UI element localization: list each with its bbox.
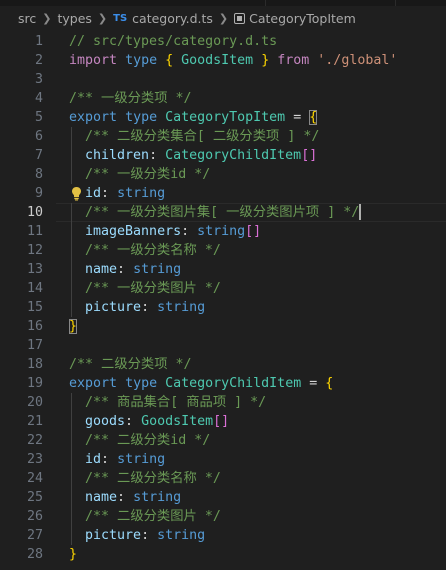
code-text: } <box>69 319 78 334</box>
line-number: 3 <box>34 72 43 87</box>
code-text: name: string <box>85 262 182 277</box>
code-line[interactable]: 5 export type CategoryTopItem = { <box>0 108 446 127</box>
code-line[interactable]: 27 picture: string <box>0 526 446 545</box>
code-text: import type { GoodsItem } from './global… <box>69 53 398 68</box>
breadcrumb-item-symbol[interactable]: CategoryTopItem <box>249 11 356 26</box>
code-text: /** 二级分类项 */ <box>69 357 192 372</box>
code-line[interactable]: 10 /** 一级分类图片集[ 一级分类图片项 ] */ <box>0 203 446 222</box>
breadcrumb-item-file[interactable]: category.d.ts <box>132 11 213 26</box>
code-text: id: string <box>85 186 166 201</box>
code-line[interactable]: 24 /** 二级分类名称 */ <box>0 469 446 488</box>
code-line[interactable]: 20 /** 商品集合[ 商品项 ] */ <box>0 393 446 412</box>
breadcrumb-item-types[interactable]: types <box>57 11 91 26</box>
line-number: 9 <box>34 186 43 201</box>
breadcrumb: src ❯ types ❯ TS category.d.ts ❯ Categor… <box>0 6 446 30</box>
code-line[interactable]: 8 /** 一级分类id */ <box>0 165 446 184</box>
line-number: 23 <box>26 452 43 467</box>
code-text: } <box>69 547 78 562</box>
code-text: /** 一级分类项 */ <box>69 91 192 106</box>
line-number: 4 <box>34 91 43 106</box>
code-line[interactable]: 2 import type { GoodsItem } from './globa… <box>0 51 446 70</box>
code-text: /** 商品集合[ 商品项 ] */ <box>69 395 267 410</box>
line-number: 15 <box>26 300 43 315</box>
line-number: 6 <box>34 129 43 144</box>
code-text: /** 二级分类图片 */ <box>69 509 221 524</box>
code-line[interactable]: 14 /** 一级分类图片 */ <box>0 279 446 298</box>
code-line[interactable]: 16} <box>0 317 446 336</box>
code-text: picture: string <box>85 528 206 543</box>
chevron-right-icon: ❯ <box>97 11 108 25</box>
line-number: 2 <box>34 53 43 68</box>
line-number: 18 <box>26 357 43 372</box>
code-line[interactable]: 12 /** 一级分类名称 */ <box>0 241 446 260</box>
line-number: 25 <box>26 490 43 505</box>
code-line[interactable]: 17 <box>0 336 446 355</box>
code-line[interactable]: 15 picture: string <box>0 298 446 317</box>
code-text: picture: string <box>85 300 206 315</box>
line-number: 26 <box>26 509 43 524</box>
code-line[interactable]: 26 /** 二级分类图片 */ <box>0 507 446 526</box>
line-number: 10 <box>26 205 43 220</box>
chevron-right-icon: ❯ <box>218 11 229 25</box>
code-text: /** 一级分类id */ <box>69 167 211 182</box>
line-number: 17 <box>26 338 43 353</box>
code-text: goods: GoodsItem[] <box>85 414 230 429</box>
line-number: 14 <box>26 281 43 296</box>
code-text: /** 二级分类id */ <box>69 433 211 448</box>
symbol-type-icon <box>234 12 246 24</box>
code-text: /** 二级分类集合[ 二级分类项 ] */ <box>69 129 320 144</box>
code-line[interactable]: 18 /** 二级分类项 */ <box>0 355 446 374</box>
line-number: 13 <box>26 262 43 277</box>
code-line[interactable]: 6 /** 二级分类集合[ 二级分类项 ] */ <box>0 127 446 146</box>
line-number: 1 <box>34 34 43 49</box>
code-line[interactable]: 3 <box>0 70 446 89</box>
line-number: 16 <box>26 319 43 334</box>
line-number: 5 <box>34 110 43 125</box>
line-number: 22 <box>26 433 43 448</box>
code-text: children: CategoryChildItem[] <box>85 148 318 163</box>
code-text: name: string <box>85 490 182 505</box>
line-number: 12 <box>26 243 43 258</box>
code-text: export type CategoryTopItem = { <box>69 110 318 125</box>
code-line[interactable]: 23 id: string <box>0 450 446 469</box>
code-text: /** 二级分类名称 */ <box>69 471 221 486</box>
typescript-file-icon: TS <box>113 12 128 24</box>
code-text: id: string <box>85 452 166 467</box>
code-text: /** 一级分类图片 */ <box>69 281 221 296</box>
line-number: 8 <box>34 167 43 182</box>
line-number: 19 <box>26 376 43 391</box>
code-text: /** 一级分类名称 */ <box>69 243 221 258</box>
code-line[interactable]: 19 export type CategoryChildItem = { <box>0 374 446 393</box>
breadcrumb-item-src[interactable]: src <box>18 11 36 26</box>
code-text: imageBanners: string[] <box>85 224 262 239</box>
code-line[interactable]: 25 name: string <box>0 488 446 507</box>
code-line[interactable]: 22 /** 二级分类id */ <box>0 431 446 450</box>
code-editor[interactable]: 1 // src/types/category.d.ts 2 import type … <box>0 32 446 564</box>
chevron-right-icon: ❯ <box>42 11 52 25</box>
code-line[interactable]: 7 children: CategoryChildItem[] <box>0 146 446 165</box>
line-number: 21 <box>26 414 43 429</box>
line-number: 11 <box>26 224 43 239</box>
code-line[interactable]: 4 /** 一级分类项 */ <box>0 89 446 108</box>
text-cursor <box>359 204 362 220</box>
code-line[interactable]: 21 goods: GoodsItem[] <box>0 412 446 431</box>
line-number: 20 <box>26 395 43 410</box>
line-number: 28 <box>26 547 43 562</box>
code-text: // src/types/category.d.ts <box>69 34 278 49</box>
code-line[interactable]: 9 id: string <box>0 184 446 203</box>
code-text: /** 一级分类图片集[ 一级分类图片项 ] */ <box>69 204 362 220</box>
code-text: export type CategoryChildItem = { <box>69 376 334 391</box>
code-line[interactable]: 1 // src/types/category.d.ts <box>0 32 446 51</box>
line-number: 24 <box>26 471 43 486</box>
code-line[interactable]: 11 imageBanners: string[] <box>0 222 446 241</box>
code-line[interactable]: 28} <box>0 545 446 564</box>
line-number: 27 <box>26 528 43 543</box>
code-line[interactable]: 13 name: string <box>0 260 446 279</box>
line-number: 7 <box>34 148 43 163</box>
